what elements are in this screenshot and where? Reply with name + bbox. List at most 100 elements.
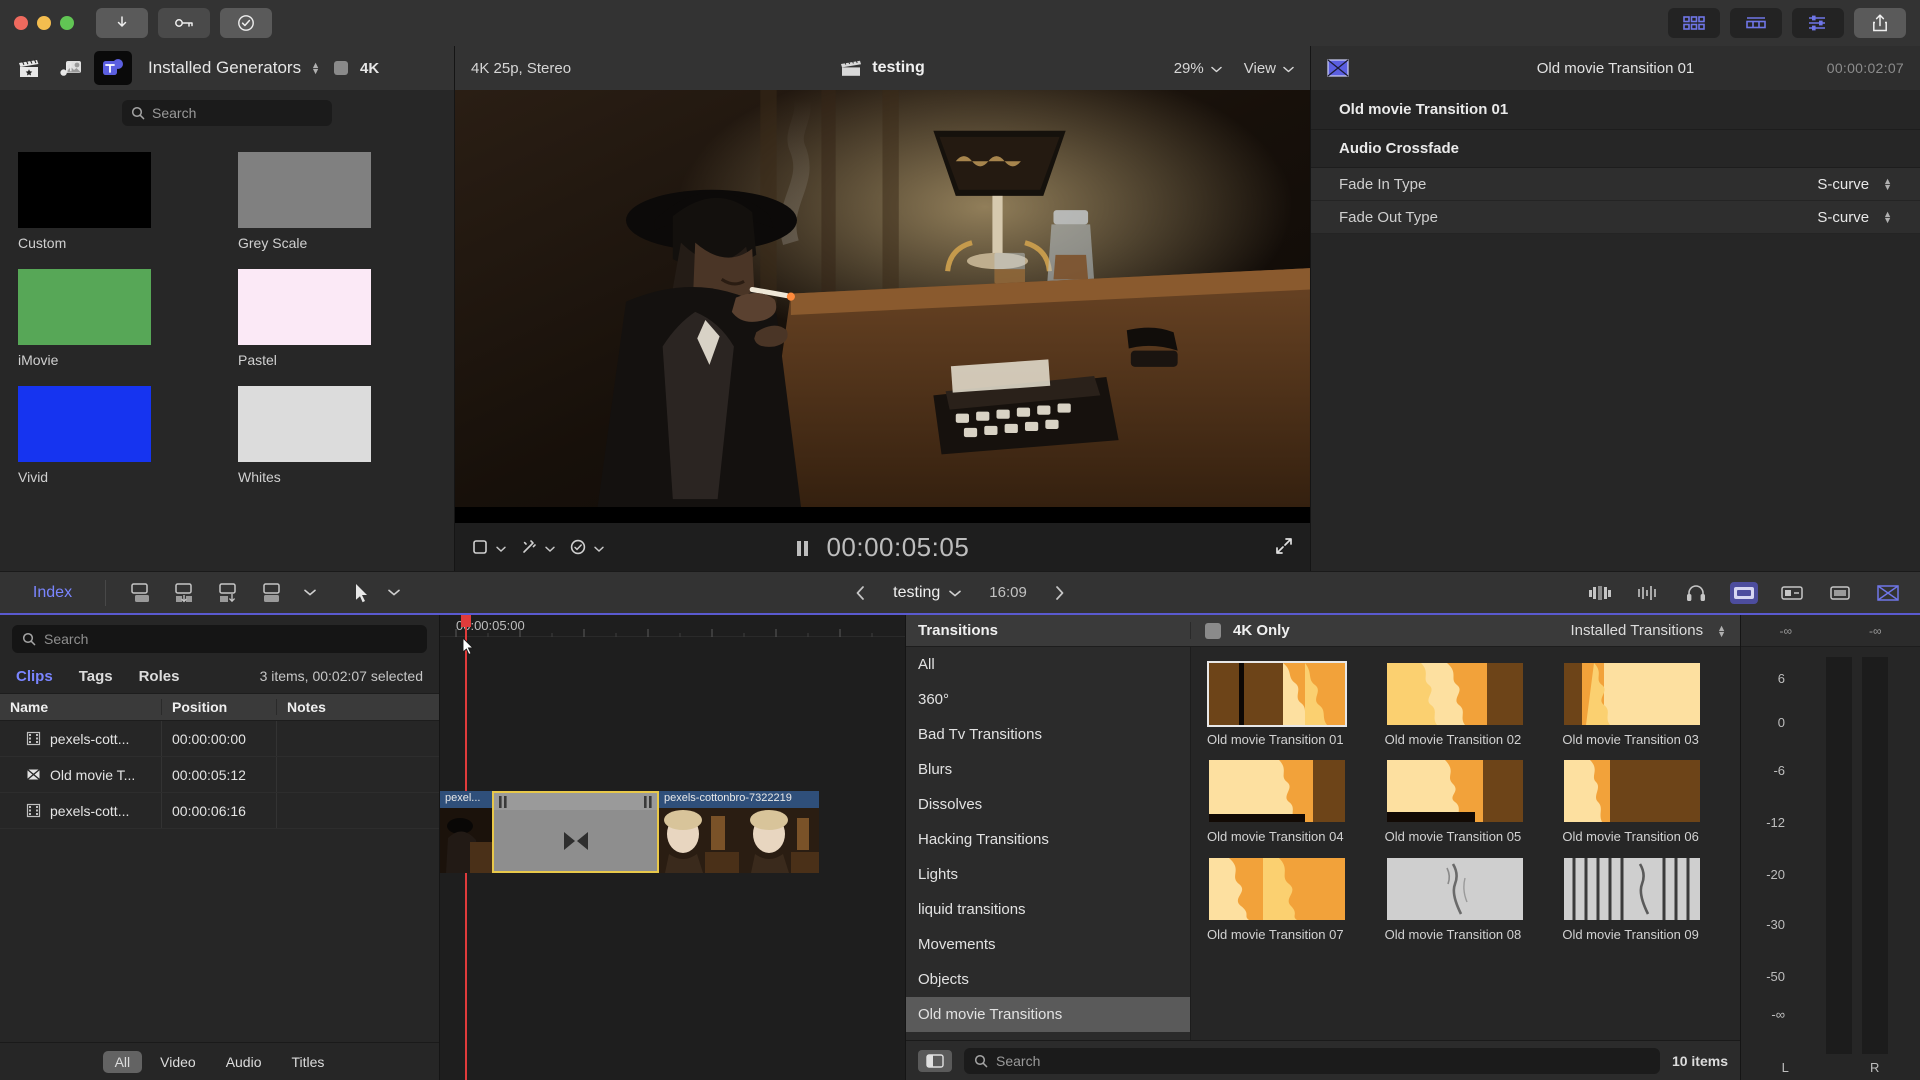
generator-item[interactable]: iMovie bbox=[18, 269, 216, 368]
append-icon[interactable] bbox=[128, 582, 154, 604]
audio-meter-bars[interactable] bbox=[1793, 655, 1920, 1054]
installed-transitions-menu[interactable]: Installed Transitions ▲ ▼ bbox=[1571, 622, 1727, 639]
viewer-effects-menu[interactable] bbox=[520, 538, 555, 556]
timeline-project-menu[interactable]: testing bbox=[893, 584, 962, 602]
timeline-clip-right[interactable]: pexels-cottonbro-7322219 bbox=[659, 791, 819, 873]
render-icon[interactable] bbox=[1826, 582, 1854, 604]
generator-item[interactable]: Vivid bbox=[18, 386, 216, 485]
category-old-movie-transitions[interactable]: Old movie Transitions bbox=[906, 997, 1190, 1032]
connect-icon[interactable] bbox=[260, 582, 286, 604]
headphones-icon[interactable] bbox=[1682, 582, 1710, 604]
category-bad-tv-transitions[interactable]: Bad Tv Transitions bbox=[906, 717, 1190, 752]
table-row[interactable]: pexels-cott... 00:00:00:00 bbox=[0, 721, 439, 757]
transition-right-handle-icon[interactable] bbox=[642, 795, 654, 809]
transition-item[interactable]: Old movie Transition 09 bbox=[1562, 856, 1724, 943]
timeline-transition-clip[interactable] bbox=[492, 791, 659, 873]
category-lights[interactable]: Lights bbox=[906, 857, 1190, 892]
fade-out-type-value[interactable]: S-curve ▲ ▼ bbox=[1817, 209, 1892, 226]
maximize-button[interactable] bbox=[60, 16, 74, 30]
timeline-index-button[interactable]: Index bbox=[0, 584, 105, 602]
viewer-crop-menu[interactable] bbox=[471, 538, 506, 556]
titles-generators-tab[interactable] bbox=[94, 51, 132, 85]
timeline-icon bbox=[1742, 14, 1770, 32]
select-tool-icon[interactable] bbox=[354, 583, 370, 603]
index-filter-video[interactable]: Video bbox=[148, 1051, 208, 1073]
sidebar-toggle-button[interactable] bbox=[918, 1049, 952, 1072]
category-360[interactable]: 360° bbox=[906, 682, 1190, 717]
category-liquid-transitions[interactable]: liquid transitions bbox=[906, 892, 1190, 927]
photos-audio-tab[interactable] bbox=[10, 51, 48, 85]
timeline-clip-left[interactable]: pexel... bbox=[440, 791, 492, 873]
transition-left-handle-icon[interactable] bbox=[497, 795, 509, 809]
browser-title-stepper[interactable]: ▲ ▼ bbox=[311, 61, 320, 76]
transition-item[interactable]: Old movie Transition 04 bbox=[1207, 758, 1369, 845]
viewer-view-menu[interactable]: View bbox=[1244, 60, 1294, 77]
playhead-handle[interactable] bbox=[461, 615, 471, 627]
inspector-row-fade-in[interactable]: Fade In Type S-curve ▲ ▼ bbox=[1311, 168, 1920, 201]
timeline-ruler[interactable]: 00:00:05:00 bbox=[440, 615, 905, 637]
download-button[interactable] bbox=[96, 8, 148, 38]
transition-item[interactable]: Old movie Transition 02 bbox=[1385, 661, 1547, 748]
minimize-button[interactable] bbox=[37, 16, 51, 30]
index-tab-roles[interactable]: Roles bbox=[139, 668, 180, 685]
index-filter-all[interactable]: All bbox=[102, 1050, 143, 1073]
transition-item[interactable]: Old movie Transition 03 bbox=[1562, 661, 1724, 748]
generator-item[interactable]: Pastel bbox=[238, 269, 436, 368]
next-project-icon[interactable] bbox=[1055, 585, 1065, 600]
inspector-row-fade-out[interactable]: Fade Out Type S-curve ▲ ▼ bbox=[1311, 201, 1920, 234]
viewer-color-menu[interactable] bbox=[569, 538, 604, 556]
generator-item[interactable]: Grey Scale bbox=[238, 152, 436, 251]
transitions-search-input[interactable]: Search bbox=[964, 1047, 1660, 1074]
browser-toggle[interactable] bbox=[1668, 8, 1720, 38]
table-row[interactable]: Old movie T... 00:00:05:12 bbox=[0, 757, 439, 793]
inspector-toggle[interactable] bbox=[1792, 8, 1844, 38]
validate-button[interactable] bbox=[220, 8, 272, 38]
category-blurs[interactable]: Blurs bbox=[906, 752, 1190, 787]
index-filter-titles[interactable]: Titles bbox=[280, 1051, 337, 1073]
previous-project-icon[interactable] bbox=[855, 585, 865, 600]
filmstrip-icon bbox=[26, 803, 41, 818]
column-header-notes[interactable]: Notes bbox=[277, 699, 439, 715]
transition-item[interactable]: Old movie Transition 01 bbox=[1207, 661, 1369, 748]
category-dissolves[interactable]: Dissolves bbox=[906, 787, 1190, 822]
column-header-name[interactable]: Name bbox=[0, 699, 162, 715]
generator-item[interactable]: Custom bbox=[18, 152, 216, 251]
audio-meters-icon[interactable] bbox=[1586, 582, 1614, 604]
generator-item[interactable]: Whites bbox=[238, 386, 436, 485]
index-tab-clips[interactable]: Clips bbox=[16, 668, 53, 685]
color-icon[interactable] bbox=[1730, 581, 1758, 604]
browser-search-input[interactable]: Search bbox=[122, 100, 332, 126]
transition-item[interactable]: Old movie Transition 08 bbox=[1385, 856, 1547, 943]
chevron-down-icon[interactable] bbox=[388, 589, 400, 596]
timeline-toggle[interactable] bbox=[1730, 8, 1782, 38]
keyframe-button[interactable] bbox=[158, 8, 210, 38]
viewer-zoom-menu[interactable]: 29% bbox=[1174, 60, 1222, 77]
transitions-icon[interactable] bbox=[1874, 582, 1902, 604]
share-button[interactable] bbox=[1854, 8, 1906, 38]
fourk-only-checkbox[interactable] bbox=[1205, 622, 1221, 639]
transition-item[interactable]: Old movie Transition 05 bbox=[1385, 758, 1547, 845]
viewer-canvas[interactable] bbox=[455, 90, 1310, 523]
category-all[interactable]: All bbox=[906, 647, 1190, 682]
fourk-checkbox[interactable] bbox=[334, 61, 349, 75]
transition-item[interactable]: Old movie Transition 07 bbox=[1207, 856, 1369, 943]
fade-in-type-value[interactable]: S-curve ▲ ▼ bbox=[1817, 176, 1892, 193]
category-objects[interactable]: Objects bbox=[906, 962, 1190, 997]
video-icon[interactable] bbox=[1778, 582, 1806, 604]
waveform-icon[interactable] bbox=[1634, 582, 1662, 604]
timeline-canvas[interactable]: 00:00:05:00 pexel... pexels-cottonbro-73… bbox=[440, 615, 905, 1080]
category-hacking-transitions[interactable]: Hacking Transitions bbox=[906, 822, 1190, 857]
insert-icon[interactable] bbox=[172, 582, 198, 604]
index-search-input[interactable]: Search bbox=[12, 625, 427, 653]
column-header-position[interactable]: Position bbox=[162, 699, 277, 715]
music-tab[interactable] bbox=[52, 51, 90, 85]
category-movements[interactable]: Movements bbox=[906, 927, 1190, 962]
viewer-fullscreen-button[interactable] bbox=[1274, 536, 1294, 559]
index-tab-tags[interactable]: Tags bbox=[79, 668, 113, 685]
overwrite-icon[interactable] bbox=[216, 582, 242, 604]
index-filter-audio[interactable]: Audio bbox=[214, 1051, 274, 1073]
table-row[interactable]: pexels-cott... 00:00:06:16 bbox=[0, 793, 439, 829]
transition-item[interactable]: Old movie Transition 06 bbox=[1562, 758, 1724, 845]
close-button[interactable] bbox=[14, 16, 28, 30]
chevron-down-icon[interactable] bbox=[304, 589, 316, 596]
